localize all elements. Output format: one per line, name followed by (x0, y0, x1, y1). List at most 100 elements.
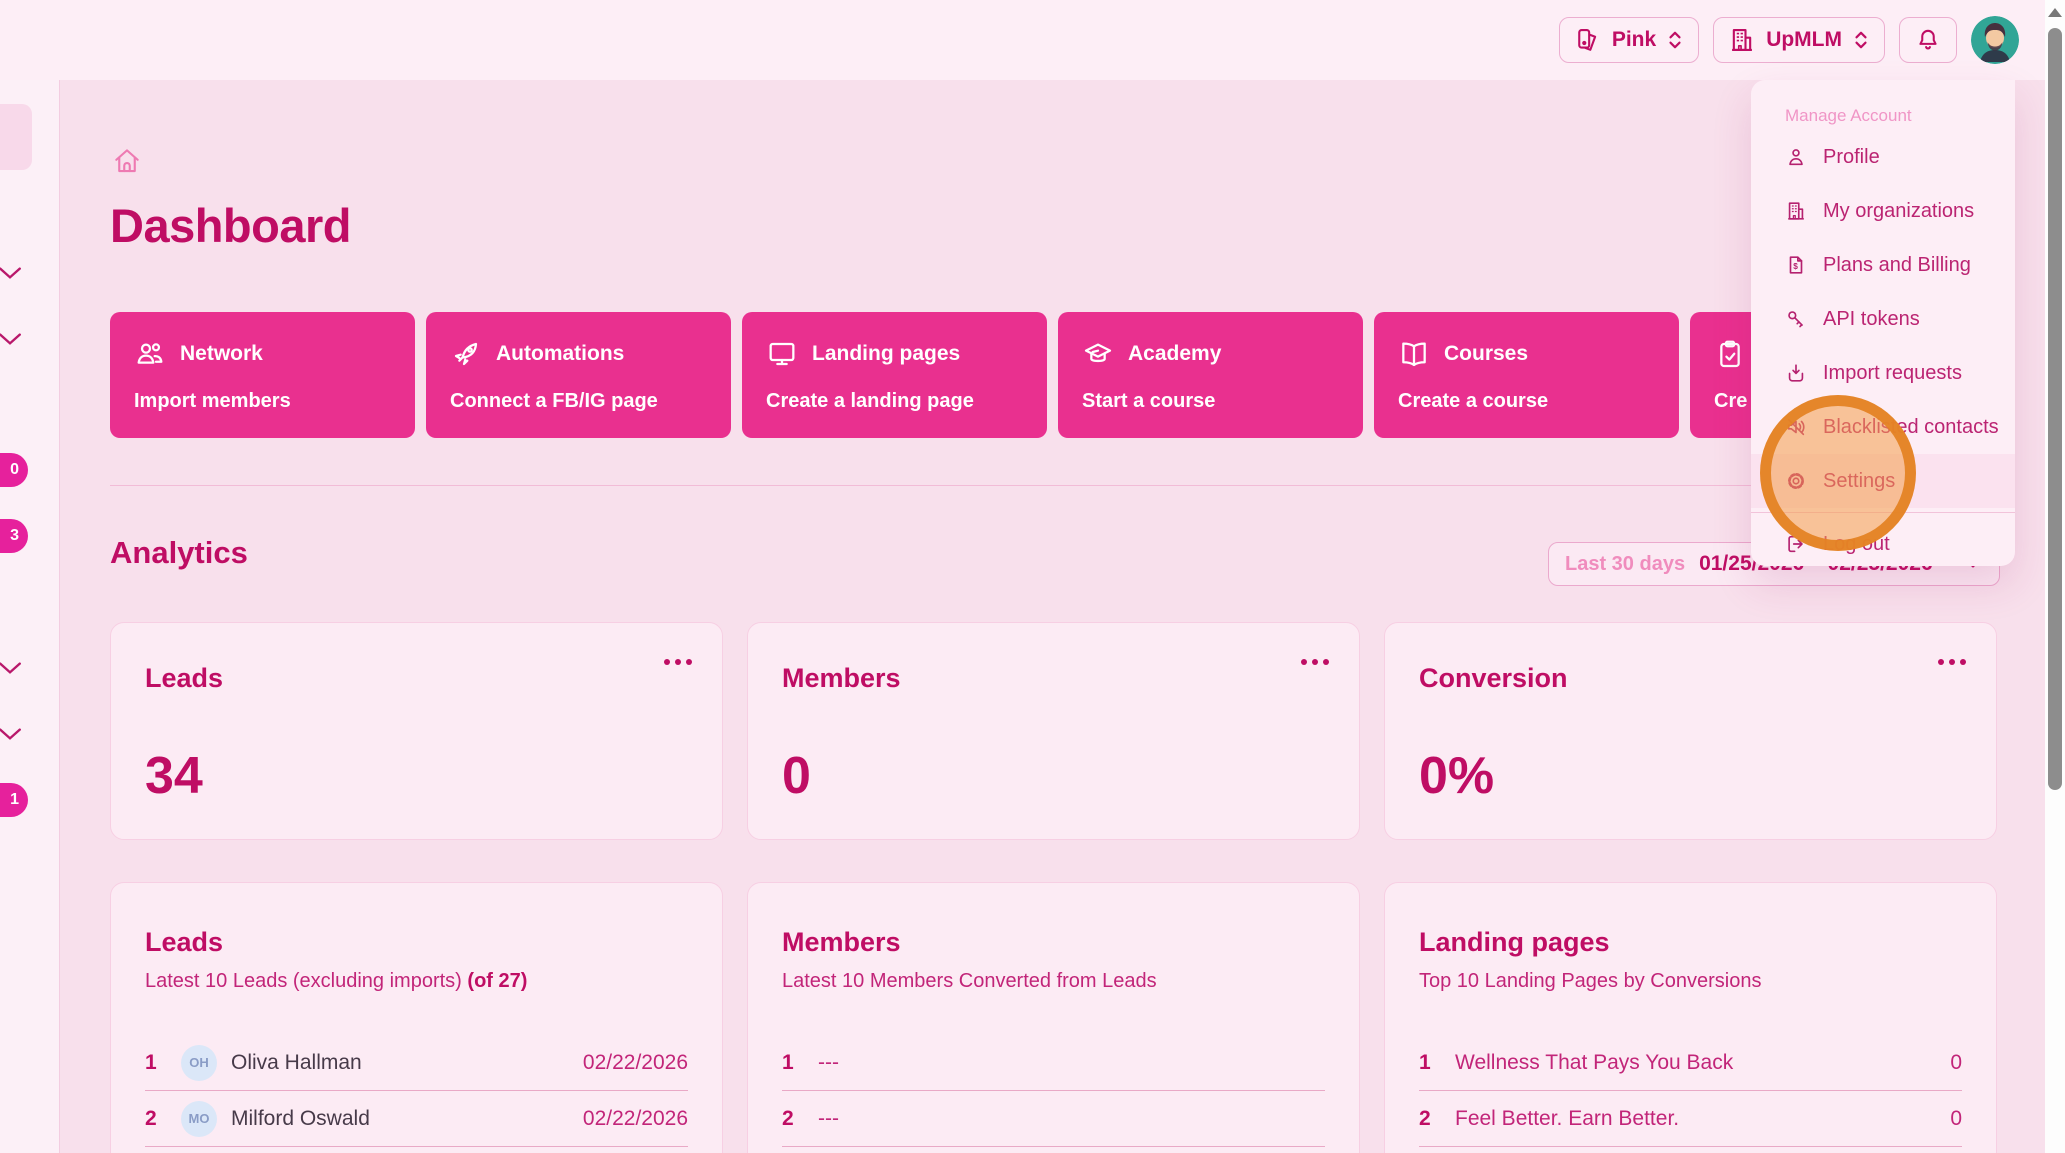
list-subtitle: Latest 10 Leads (excluding imports) (of … (145, 970, 688, 993)
stat-card-leads: Leads 34 (110, 622, 723, 840)
quick-action-title: Network (180, 342, 263, 366)
billing-doc-icon: $ (1785, 254, 1807, 276)
quick-action-academy[interactable]: Academy Start a course (1058, 312, 1363, 438)
landing-page-row[interactable]: 1 Wellness That Pays You Back 0 (1419, 1035, 1962, 1091)
scrollbar-up-arrow[interactable] (2048, 8, 2062, 17)
member-placeholder: --- (818, 1051, 839, 1075)
lead-row[interactable]: 1 OH Oliva Hallman 02/22/2026 (145, 1035, 688, 1091)
page-title: Dashboard (110, 198, 351, 253)
menu-item-blacklisted-contacts[interactable]: Blacklisted contacts (1751, 400, 2015, 454)
stat-title: Members (782, 663, 1325, 694)
count-badge: 1 (0, 783, 28, 817)
user-avatar[interactable] (1971, 16, 2019, 64)
megaphone-off-icon (1785, 416, 1807, 438)
theme-select-label: Pink (1612, 28, 1656, 52)
swatch-icon (1574, 26, 1602, 54)
quick-action-courses[interactable]: Courses Create a course (1374, 312, 1679, 438)
stat-value: 0 (782, 746, 1325, 806)
chevron-down-icon[interactable] (0, 660, 23, 676)
stat-card-members: Members 0 (747, 622, 1360, 840)
sidebar-item-active[interactable] (0, 104, 32, 170)
stats-row: Leads 34 Members 0 Conversion 0% (110, 622, 1997, 840)
quick-action-subtitle: Start a course (1082, 390, 1339, 413)
notifications-button[interactable] (1899, 17, 1957, 63)
quick-action-title: Automations (496, 342, 624, 366)
menu-item-log-out[interactable]: Log out (1751, 517, 2015, 571)
scrollbar-thumb[interactable] (2048, 28, 2062, 790)
stat-value: 0% (1419, 746, 1962, 806)
lead-name: Oliva Hallman (231, 1051, 362, 1075)
ellipsis-icon[interactable] (664, 659, 692, 665)
stat-value: 34 (145, 746, 688, 806)
member-row[interactable]: 2 --- (782, 1091, 1325, 1147)
quick-action-subtitle: Create a landing page (766, 390, 1023, 413)
menu-item-api-tokens[interactable]: API tokens (1751, 292, 2015, 346)
building-icon (1728, 26, 1756, 54)
stat-title: Leads (145, 663, 688, 694)
stat-title: Conversion (1419, 663, 1962, 694)
chevron-down-icon[interactable] (0, 265, 23, 281)
row-rank: 1 (145, 1051, 181, 1075)
conversion-count: 0 (1950, 1107, 1962, 1131)
count-badge: 0 (0, 453, 28, 487)
member-row[interactable]: 1 --- (782, 1035, 1325, 1091)
menu-item-profile[interactable]: Profile (1751, 130, 2015, 184)
lead-row[interactable]: 2 MO Milford Oswald 02/22/2026 (145, 1091, 688, 1147)
avatar: OH (181, 1045, 217, 1081)
scrollbar-track[interactable] (2045, 0, 2065, 1153)
chevron-down-icon[interactable] (0, 726, 23, 742)
landing-page-row[interactable]: 2 Feel Better. Earn Better. 0 (1419, 1091, 1962, 1147)
topbar: Pink UpMLM (0, 0, 2045, 80)
list-subtitle: Latest 10 Members Converted from Leads (782, 970, 1325, 993)
quick-action-subtitle: Connect a FB/IG page (450, 390, 707, 413)
menu-item-settings[interactable]: Settings (1751, 454, 2015, 508)
rocket-icon (450, 338, 482, 370)
chevron-down-icon[interactable] (0, 331, 23, 347)
ellipsis-icon[interactable] (1301, 659, 1329, 665)
people-icon (134, 338, 166, 370)
bell-icon (1915, 27, 1941, 53)
theme-select[interactable]: Pink (1559, 17, 1699, 63)
quick-action-title: Landing pages (812, 342, 960, 366)
person-icon (1785, 146, 1807, 168)
svg-text:$: $ (1793, 262, 1798, 271)
menu-item-my-organizations[interactable]: My organizations (1751, 184, 2015, 238)
import-icon (1785, 362, 1807, 384)
landing-pages-list-card: Landing pages Top 10 Landing Pages by Co… (1384, 882, 1997, 1153)
main-content: Dashboard Network Import members (60, 80, 2045, 1153)
section-divider (110, 485, 2000, 486)
organization-select[interactable]: UpMLM (1713, 17, 1885, 63)
lead-name: Milford Oswald (231, 1107, 370, 1131)
quick-action-automations[interactable]: Automations Connect a FB/IG page (426, 312, 731, 438)
organization-select-label: UpMLM (1766, 28, 1842, 52)
menu-item-label: Log out (1823, 533, 1890, 556)
list-subtitle: Top 10 Landing Pages by Conversions (1419, 970, 1962, 993)
account-menu-header: Manage Account (1751, 80, 2015, 130)
key-icon (1785, 308, 1807, 330)
row-rank: 2 (782, 1107, 818, 1131)
quick-action-subtitle: Create a course (1398, 390, 1655, 413)
leads-list-card: Leads Latest 10 Leads (excluding imports… (110, 882, 723, 1153)
home-icon[interactable] (112, 146, 142, 176)
quick-action-landing-pages[interactable]: Landing pages Create a landing page (742, 312, 1047, 438)
members-list-card: Members Latest 10 Members Converted from… (747, 882, 1360, 1153)
quick-action-subtitle: Import members (134, 390, 391, 413)
menu-item-label: API tokens (1823, 308, 1920, 331)
analytics-heading: Analytics (110, 535, 248, 571)
ellipsis-icon[interactable] (1938, 659, 1966, 665)
menu-item-label: Profile (1823, 146, 1880, 169)
graduation-cap-icon (1082, 338, 1114, 370)
lead-date: 02/22/2026 (583, 1051, 688, 1075)
conversion-count: 0 (1950, 1051, 1962, 1075)
member-placeholder: --- (818, 1107, 839, 1131)
count-badge: 3 (0, 519, 28, 553)
menu-item-label: Import requests (1823, 362, 1962, 385)
menu-item-plans-and-billing[interactable]: $ Plans and Billing (1751, 238, 2015, 292)
book-icon (1398, 338, 1430, 370)
updown-chevron-icon (1666, 28, 1684, 52)
quick-action-network[interactable]: Network Import members (110, 312, 415, 438)
list-title: Landing pages (1419, 927, 1962, 958)
menu-item-import-requests[interactable]: Import requests (1751, 346, 2015, 400)
date-range-preset: Last 30 days (1565, 553, 1685, 576)
menu-item-label: Settings (1823, 470, 1895, 493)
